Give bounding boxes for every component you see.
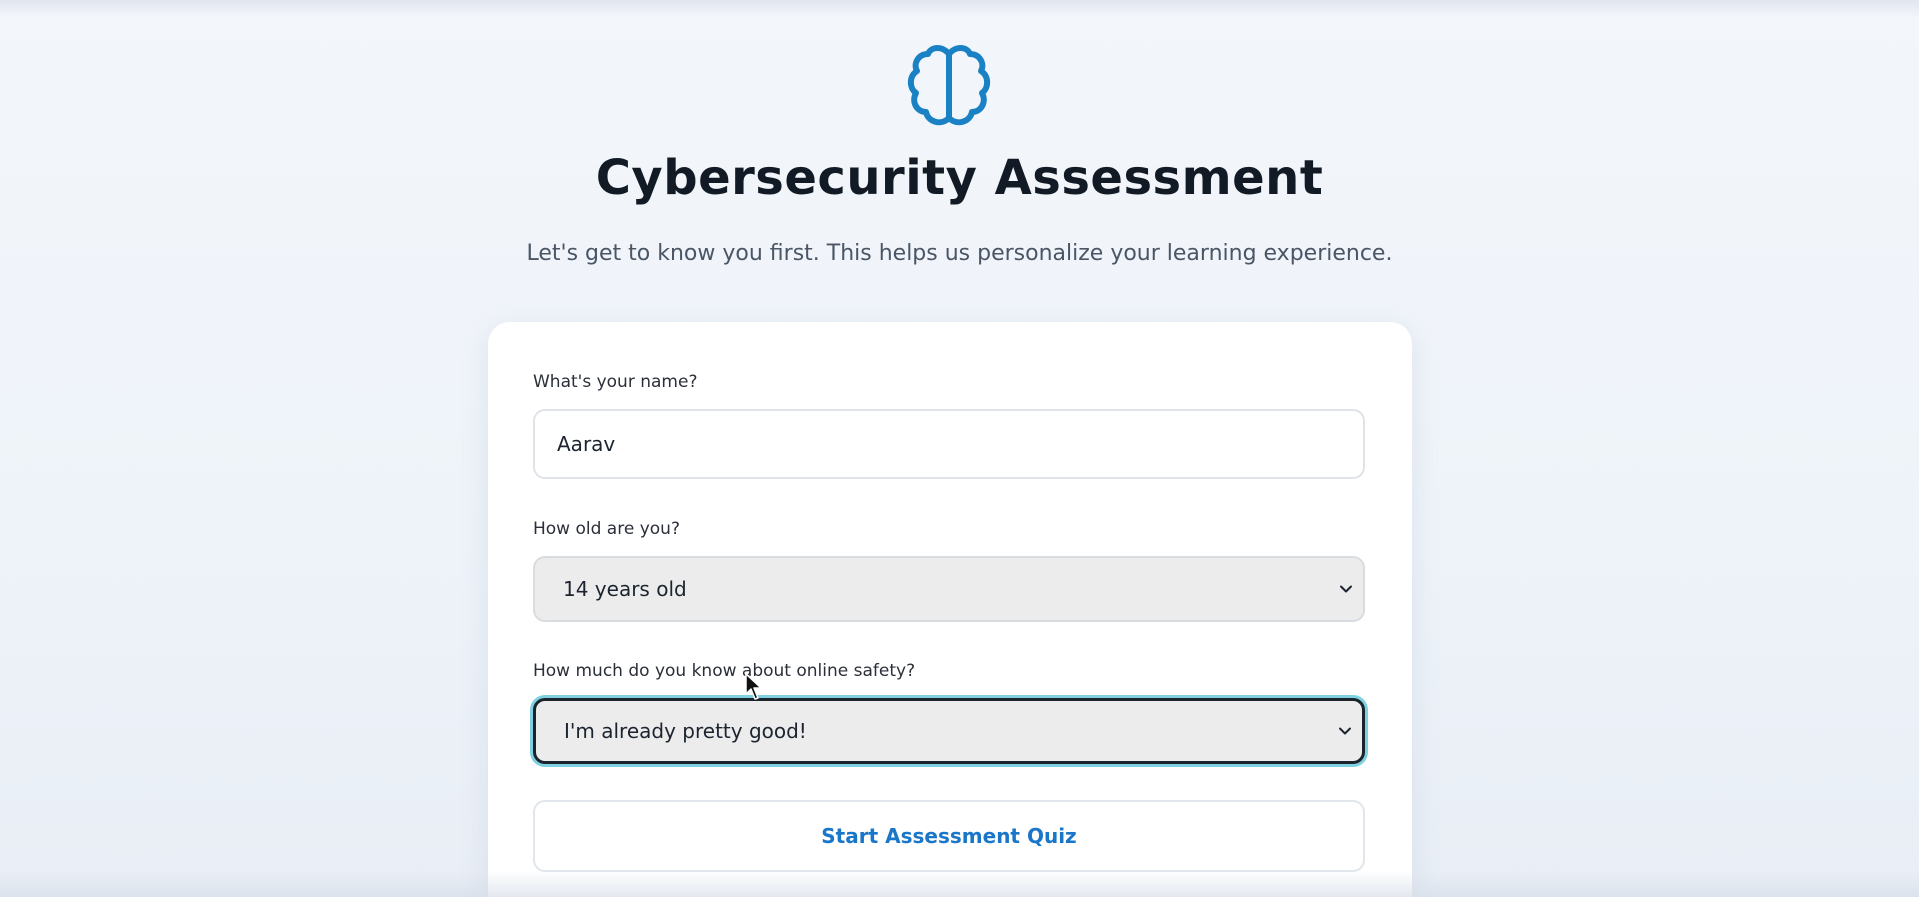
- top-shade: [0, 0, 1919, 18]
- age-field-label: How old are you?: [533, 519, 680, 539]
- name-field-label: What's your name?: [533, 372, 698, 392]
- knowledge-select-value: I'm already pretty good!: [564, 719, 807, 743]
- mouse-cursor-icon: [745, 673, 762, 700]
- age-select[interactable]: 14 years old: [533, 556, 1365, 622]
- chevron-down-icon: [1339, 727, 1351, 735]
- assessment-form-card: What's your name? How old are you? 14 ye…: [488, 322, 1412, 897]
- chevron-down-icon: [1340, 585, 1352, 593]
- name-input[interactable]: [533, 409, 1365, 479]
- knowledge-field-label: How much do you know about online safety…: [533, 661, 916, 681]
- page-title: Cybersecurity Assessment: [595, 150, 1324, 206]
- bottom-shade: [0, 871, 1919, 897]
- age-select-value: 14 years old: [563, 577, 687, 601]
- brain-icon: [907, 45, 991, 126]
- start-assessment-button[interactable]: Start Assessment Quiz: [533, 800, 1365, 872]
- knowledge-select[interactable]: I'm already pretty good!: [533, 698, 1365, 764]
- page-subtitle: Let's get to know you first. This helps …: [526, 241, 1393, 266]
